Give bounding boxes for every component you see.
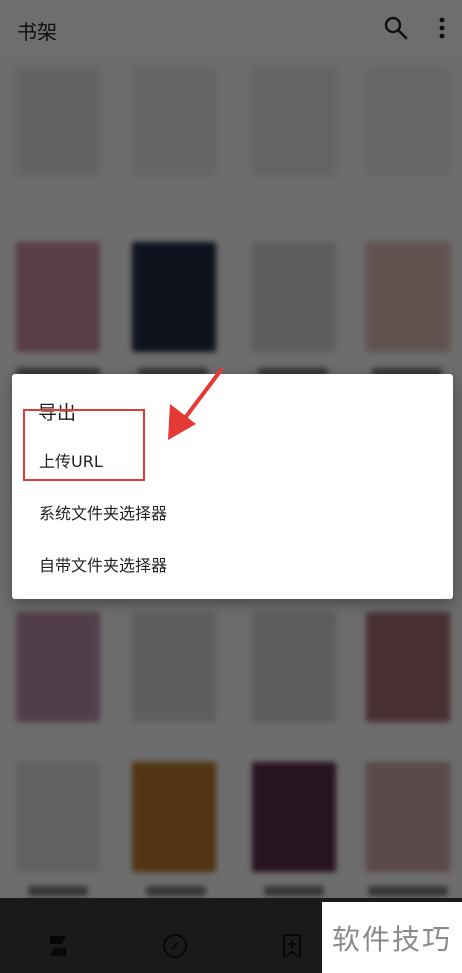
watermark-text: 软件技巧 bbox=[322, 902, 462, 973]
highlight-box bbox=[23, 409, 145, 481]
builtin-folder-picker-option[interactable]: 自带文件夹选择器 bbox=[12, 540, 453, 588]
menu-item-label: 系统文件夹选择器 bbox=[39, 504, 168, 523]
menu-item-label: 自带文件夹选择器 bbox=[39, 556, 168, 575]
system-folder-picker-option[interactable]: 系统文件夹选择器 bbox=[12, 488, 453, 536]
export-dialog: 导出 上传URL 系统文件夹选择器 自带文件夹选择器 bbox=[12, 374, 453, 599]
